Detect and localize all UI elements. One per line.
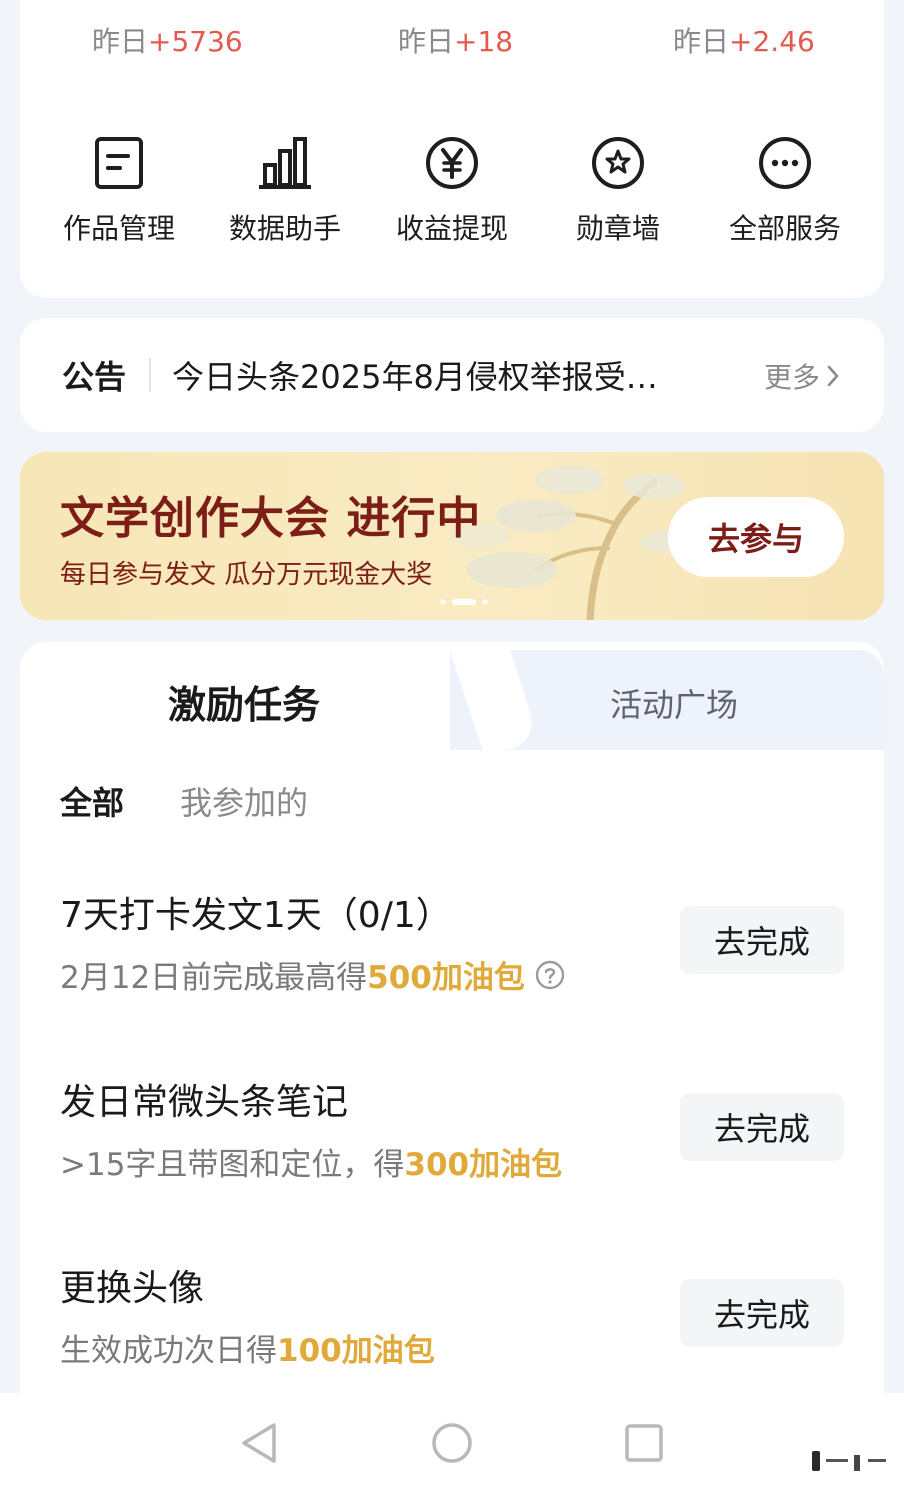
notice-bar[interactable]: 公告 今日头条2025年8月侵权举报受… 更多 [20, 318, 884, 432]
bar-chart-icon [259, 137, 311, 189]
stats-card: 昨日+5736 昨日+18 昨日+2.46 作品管理 数据助手 收益提现 勋章墙… [20, 0, 884, 298]
task-desc: 生效成功次日得 100加油包 [60, 1333, 435, 1369]
medal-star-icon [592, 137, 644, 189]
service-data-assistant[interactable]: 数据助手 [205, 135, 365, 247]
event-banner[interactable]: 文学创作大会 进行中 每日参与发文 瓜分万元现金大奖 去参与 [20, 452, 884, 620]
notice-more-link[interactable]: 更多 [764, 356, 840, 396]
task-title: 发日常微头条笔记 [60, 1082, 349, 1123]
task-item: 7天打卡发文1天（0/1） 2月12日前完成最高得 500加油包 去完成 [20, 886, 884, 1036]
tasks-card: 激励任务 活动广场 全部 我参加的 7天打卡发文1天（0/1） 2月12日前完成… [20, 642, 884, 1462]
stat-yesterday-2[interactable]: 昨日+18 [398, 20, 513, 60]
help-icon[interactable] [535, 960, 565, 990]
task-desc: 2月12日前完成最高得 500加油包 [60, 952, 565, 997]
filter-all[interactable]: 全部 [60, 778, 124, 824]
task-title: 7天打卡发文1天（0/1） [60, 895, 452, 936]
service-all[interactable]: 全部服务 [705, 135, 865, 247]
task-item: 发日常微头条笔记 >15字且带图和定位，得 300加油包 去完成 [20, 1073, 884, 1223]
filter-joined[interactable]: 我参加的 [180, 778, 308, 824]
banner-title: 文学创作大会 进行中 [60, 493, 482, 544]
service-medal-wall[interactable]: 勋章墙 [538, 135, 698, 247]
chevron-right-icon [827, 365, 839, 387]
home-circle-icon[interactable] [428, 1419, 476, 1467]
join-button[interactable]: 去参与 [668, 497, 844, 577]
back-triangle-icon[interactable] [236, 1419, 284, 1467]
banner-subtitle: 每日参与发文 瓜分万元现金大奖 [60, 560, 433, 590]
task-desc: >15字且带图和定位，得 300加油包 [60, 1147, 563, 1183]
system-nav-bar [0, 1393, 904, 1493]
task-item: 更换头像 生效成功次日得 100加油包 去完成 [20, 1259, 884, 1409]
document-icon [95, 137, 143, 189]
service-works-manage[interactable]: 作品管理 [39, 135, 199, 247]
service-withdraw[interactable]: 收益提现 [372, 135, 532, 247]
notice-text[interactable]: 今日头条2025年8月侵权举报受… [172, 352, 692, 398]
carousel-indicator [440, 599, 488, 605]
recents-square-icon[interactable] [620, 1419, 668, 1467]
complete-task-button[interactable]: 去完成 [680, 906, 844, 974]
complete-task-button[interactable]: 去完成 [680, 1093, 844, 1161]
notice-tag: 公告 [62, 358, 127, 396]
carousel-dot-active [452, 599, 476, 605]
stat-yesterday-3[interactable]: 昨日+2.46 [673, 20, 815, 60]
stat-yesterday-1[interactable]: 昨日+5736 [92, 20, 243, 60]
carousel-dot [482, 599, 488, 605]
yuan-coin-icon [426, 137, 478, 189]
tab-activity-square-label[interactable]: 活动广场 [610, 680, 738, 726]
tab-incentive-tasks[interactable]: 激励任务 [168, 674, 320, 729]
notice-divider [149, 358, 151, 392]
menu-lines-icon[interactable] [810, 1449, 890, 1473]
more-dots-icon [759, 137, 811, 189]
task-title: 更换头像 [60, 1268, 205, 1309]
carousel-dot [440, 599, 446, 605]
complete-task-button[interactable]: 去完成 [680, 1279, 844, 1347]
